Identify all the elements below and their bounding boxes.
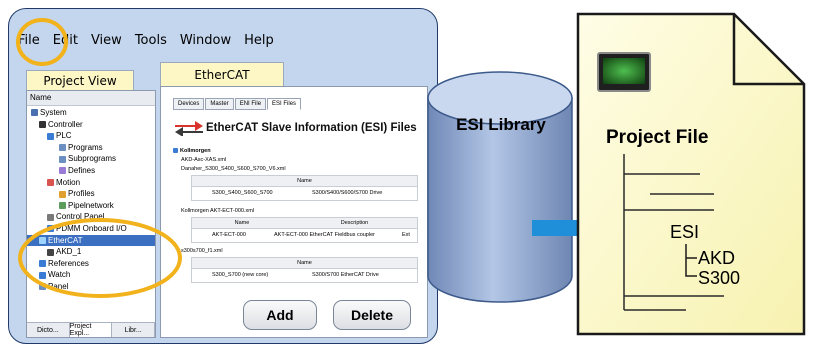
ethercat-highlight-ring [18,218,182,298]
esi-library-label: ESI Library [456,115,546,134]
project-thumbnail-icon [597,52,651,92]
esi-library-cylinder [427,71,573,303]
project-file-title: Project File [606,127,709,148]
project-file-s300: S300 [698,268,741,288]
project-file-akd: AKD [698,248,736,268]
project-file-esi: ESI [670,222,700,242]
file-menu-highlight-ring [16,18,68,66]
